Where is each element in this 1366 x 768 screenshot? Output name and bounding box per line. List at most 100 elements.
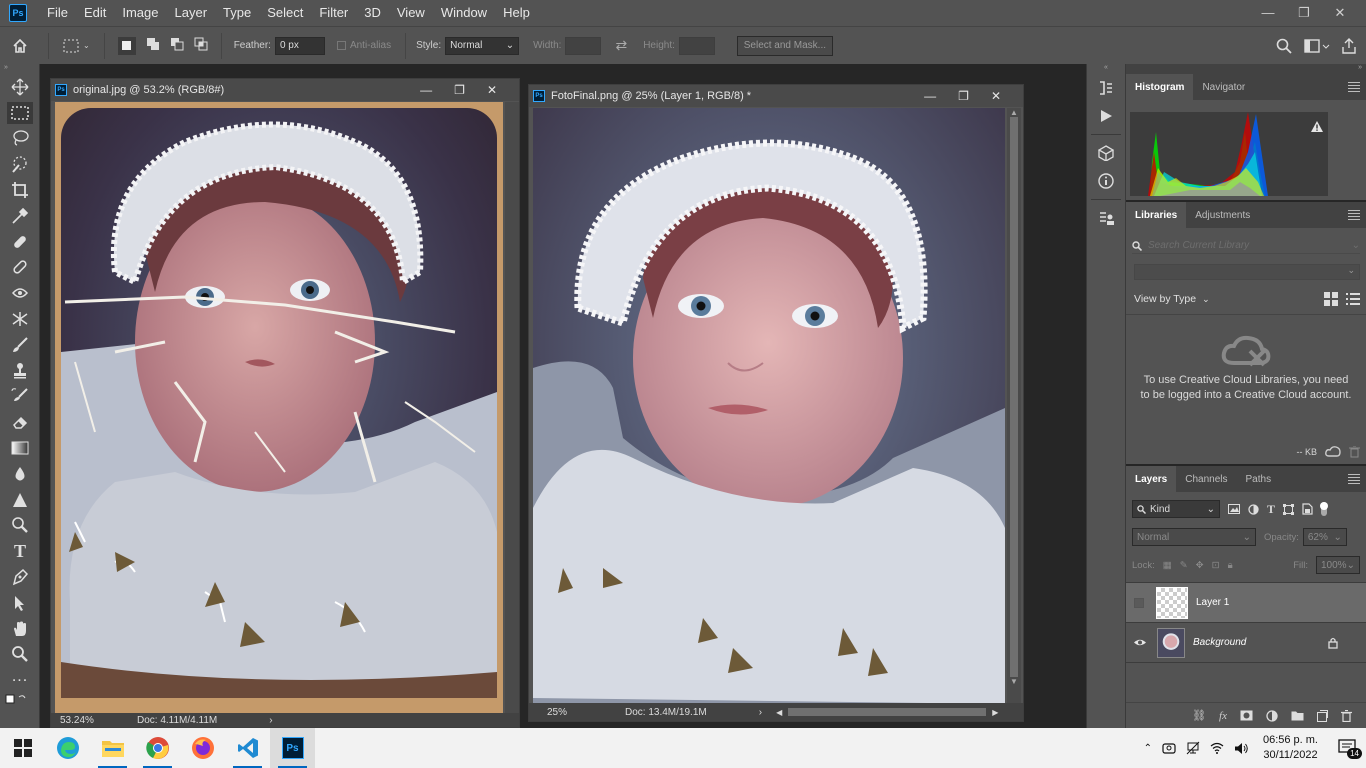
chevron-down-icon[interactable]: ⌄ (1202, 294, 1210, 305)
filter-adjustment-icon[interactable] (1248, 503, 1259, 515)
clone-stamp-tool-icon[interactable] (0, 358, 40, 384)
visibility-toggle[interactable] (1134, 597, 1144, 608)
network-icon[interactable] (1186, 741, 1200, 755)
eraser-tool-icon[interactable] (0, 409, 40, 435)
panel-menu-icon[interactable] (1348, 466, 1366, 492)
antialias-checkbox[interactable] (336, 41, 346, 50)
menu-filter[interactable]: Filter (311, 0, 356, 26)
menu-type[interactable]: Type (215, 0, 259, 26)
meet-now-icon[interactable] (1162, 741, 1176, 755)
windows-start-icon[interactable] (0, 728, 45, 768)
feather-input[interactable]: 0 px (274, 36, 325, 55)
filter-type-icon[interactable]: T (1267, 502, 1275, 517)
notifications-icon[interactable]: 14 (1338, 739, 1362, 759)
doc-close-button[interactable]: ✕ (487, 83, 497, 97)
doc-restore-button[interactable]: ❐ (958, 89, 969, 103)
eye-icon[interactable] (1133, 636, 1147, 650)
delete-layer-icon[interactable] (1341, 709, 1352, 722)
gradient-tool-icon[interactable] (0, 435, 40, 461)
file-explorer-icon[interactable] (90, 728, 135, 768)
clock-time[interactable]: 06:56 p. m. (1263, 733, 1318, 748)
clock-date[interactable]: 30/11/2022 (1263, 748, 1318, 763)
swap-dimensions-icon[interactable]: ⇄ (615, 37, 627, 54)
library-select[interactable]: ⌄ (1134, 264, 1360, 280)
width-input[interactable] (565, 36, 602, 55)
canvas-final[interactable] (533, 108, 1005, 704)
volume-icon[interactable] (1234, 742, 1249, 755)
collapse-panel-icon[interactable]: » (1126, 64, 1366, 74)
home-icon[interactable] (0, 38, 40, 54)
lock-artboard-icon[interactable]: ⊡ (1212, 560, 1220, 571)
crop-tool-icon[interactable] (0, 177, 40, 203)
doc-minimize-button[interactable]: — (420, 83, 432, 97)
document-title-bar[interactable]: Ps FotoFinal.png @ 25% (Layer 1, RGB/8) … (529, 85, 1023, 107)
edge-icon[interactable] (45, 728, 90, 768)
chevron-right-icon[interactable]: › (269, 715, 272, 726)
chevron-up-icon[interactable]: ⌃ (1144, 743, 1152, 754)
new-layer-icon[interactable] (1317, 709, 1328, 722)
path-selection-tool-icon[interactable] (0, 590, 40, 616)
layer-row[interactable]: Background (1126, 623, 1366, 663)
lock-all-icon[interactable]: 🔒︎ (1228, 560, 1233, 571)
add-selection-icon[interactable] (146, 37, 160, 54)
doc-restore-button[interactable]: ❐ (454, 83, 465, 97)
scroll-left-icon[interactable]: ◀ (776, 708, 782, 717)
eyedropper-tool-icon[interactable] (0, 203, 40, 229)
move-tool-icon[interactable] (0, 74, 40, 100)
vertical-scrollbar[interactable] (505, 102, 519, 714)
vscode-icon[interactable] (225, 728, 270, 768)
layer-mask-icon[interactable] (1240, 710, 1253, 721)
scroll-thumb[interactable] (1010, 117, 1018, 677)
menu-image[interactable]: Image (114, 0, 166, 26)
lock-image-icon[interactable]: ✎ (1180, 560, 1188, 571)
opacity-input[interactable]: 62% ⌄ (1302, 528, 1347, 546)
select-and-mask-button[interactable]: Select and Mask... (736, 35, 833, 56)
menu-edit[interactable]: Edit (76, 0, 114, 26)
filter-shape-icon[interactable] (1283, 503, 1295, 515)
folder-icon[interactable] (1291, 710, 1304, 721)
tab-channels[interactable]: Channels (1176, 466, 1236, 492)
type-tool-icon[interactable]: T (0, 538, 40, 564)
scroll-right-icon[interactable]: ▶ (992, 708, 998, 717)
app-minimize-button[interactable]: — (1250, 5, 1286, 21)
menu-layer[interactable]: Layer (167, 0, 216, 26)
patch-tool-icon[interactable] (0, 280, 40, 306)
trash-icon[interactable] (1349, 446, 1360, 458)
blend-mode-select[interactable]: Normal ⌄ (1132, 528, 1256, 546)
pen-path-tool-icon[interactable] (0, 564, 40, 590)
library-search[interactable]: Search Current Library ⌄ (1132, 238, 1360, 254)
zoom-level[interactable]: 53.24% (51, 715, 109, 726)
chevron-right-icon[interactable]: › (759, 707, 762, 718)
list-view-icon[interactable] (1346, 292, 1360, 306)
subtract-selection-icon[interactable] (170, 37, 184, 54)
height-input[interactable] (678, 36, 715, 55)
menu-view[interactable]: View (389, 0, 433, 26)
lock-position-icon[interactable]: ✥ (1196, 560, 1204, 571)
3d-icon[interactable] (1087, 139, 1125, 167)
properties-icon[interactable] (1087, 204, 1125, 232)
doc-minimize-button[interactable]: — (924, 89, 936, 103)
lock-transparent-icon[interactable]: ▦ (1163, 560, 1172, 571)
menu-select[interactable]: Select (259, 0, 311, 26)
vertical-scrollbar[interactable]: ▲ ▼ (1007, 108, 1021, 704)
filter-toggle[interactable] (1320, 502, 1329, 516)
menu-help[interactable]: Help (495, 0, 538, 26)
link-layers-icon[interactable]: ⛓︎ (1192, 709, 1206, 722)
horizontal-scroll-thumb[interactable] (788, 708, 987, 716)
app-restore-button[interactable]: ❐ (1286, 5, 1322, 21)
healing-tool-icon[interactable] (0, 255, 40, 281)
history-icon[interactable] (1087, 74, 1125, 102)
color-swatches-icon[interactable] (0, 693, 39, 707)
blur-tool-icon[interactable] (0, 461, 40, 487)
tab-libraries[interactable]: Libraries (1126, 202, 1187, 228)
style-select[interactable]: Normal ⌄ (445, 36, 520, 55)
filter-pixel-icon[interactable] (1228, 504, 1240, 514)
tab-histogram[interactable]: Histogram (1126, 74, 1194, 100)
tab-navigator[interactable]: Navigator (1193, 74, 1254, 100)
wifi-icon[interactable] (1210, 742, 1224, 754)
info-icon[interactable] (1087, 167, 1125, 195)
photoshop-taskbar-icon[interactable]: Ps (270, 728, 315, 768)
zoom-level[interactable]: 25% (529, 707, 587, 718)
layer-filter-select[interactable]: Kind ⌄ (1132, 500, 1220, 518)
quick-selection-tool-icon[interactable] (0, 151, 40, 177)
